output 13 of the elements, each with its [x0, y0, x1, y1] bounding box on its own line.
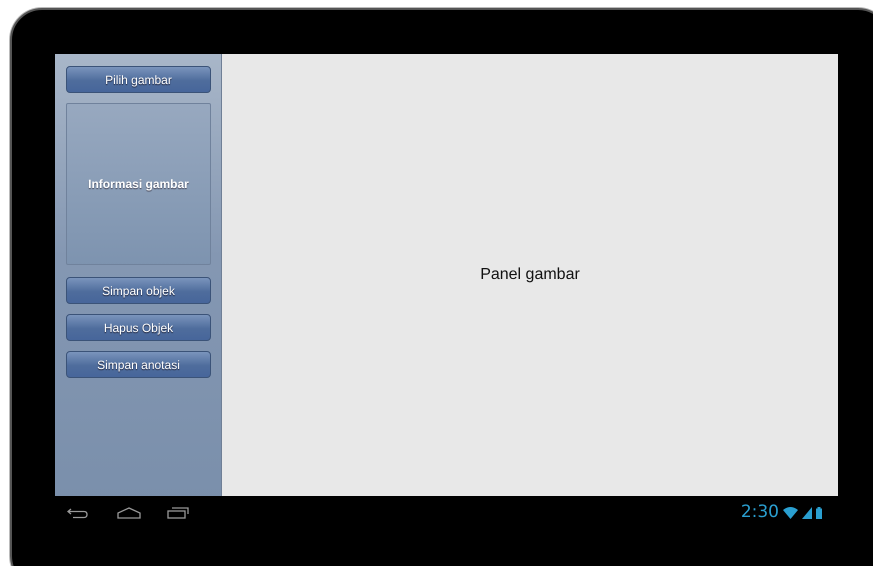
image-info-panel: Informasi gambar — [66, 103, 211, 265]
clock: 2:30 — [740, 501, 779, 524]
recent-apps-icon[interactable] — [167, 507, 189, 519]
panel-label: Panel gambar — [480, 265, 580, 285]
sidebar-button[interactable]: Pilih gambar — [66, 66, 211, 93]
sidebar-button[interactable]: Hapus Objek — [66, 314, 211, 341]
home-icon[interactable] — [117, 507, 141, 519]
signal-icon — [802, 507, 812, 519]
wifi-icon — [783, 507, 798, 519]
back-icon[interactable] — [67, 507, 89, 519]
sidebar-button[interactable]: Simpan objek — [66, 277, 211, 304]
sidebar-button[interactable]: Simpan anotasi — [66, 351, 211, 378]
battery-icon — [816, 507, 822, 519]
